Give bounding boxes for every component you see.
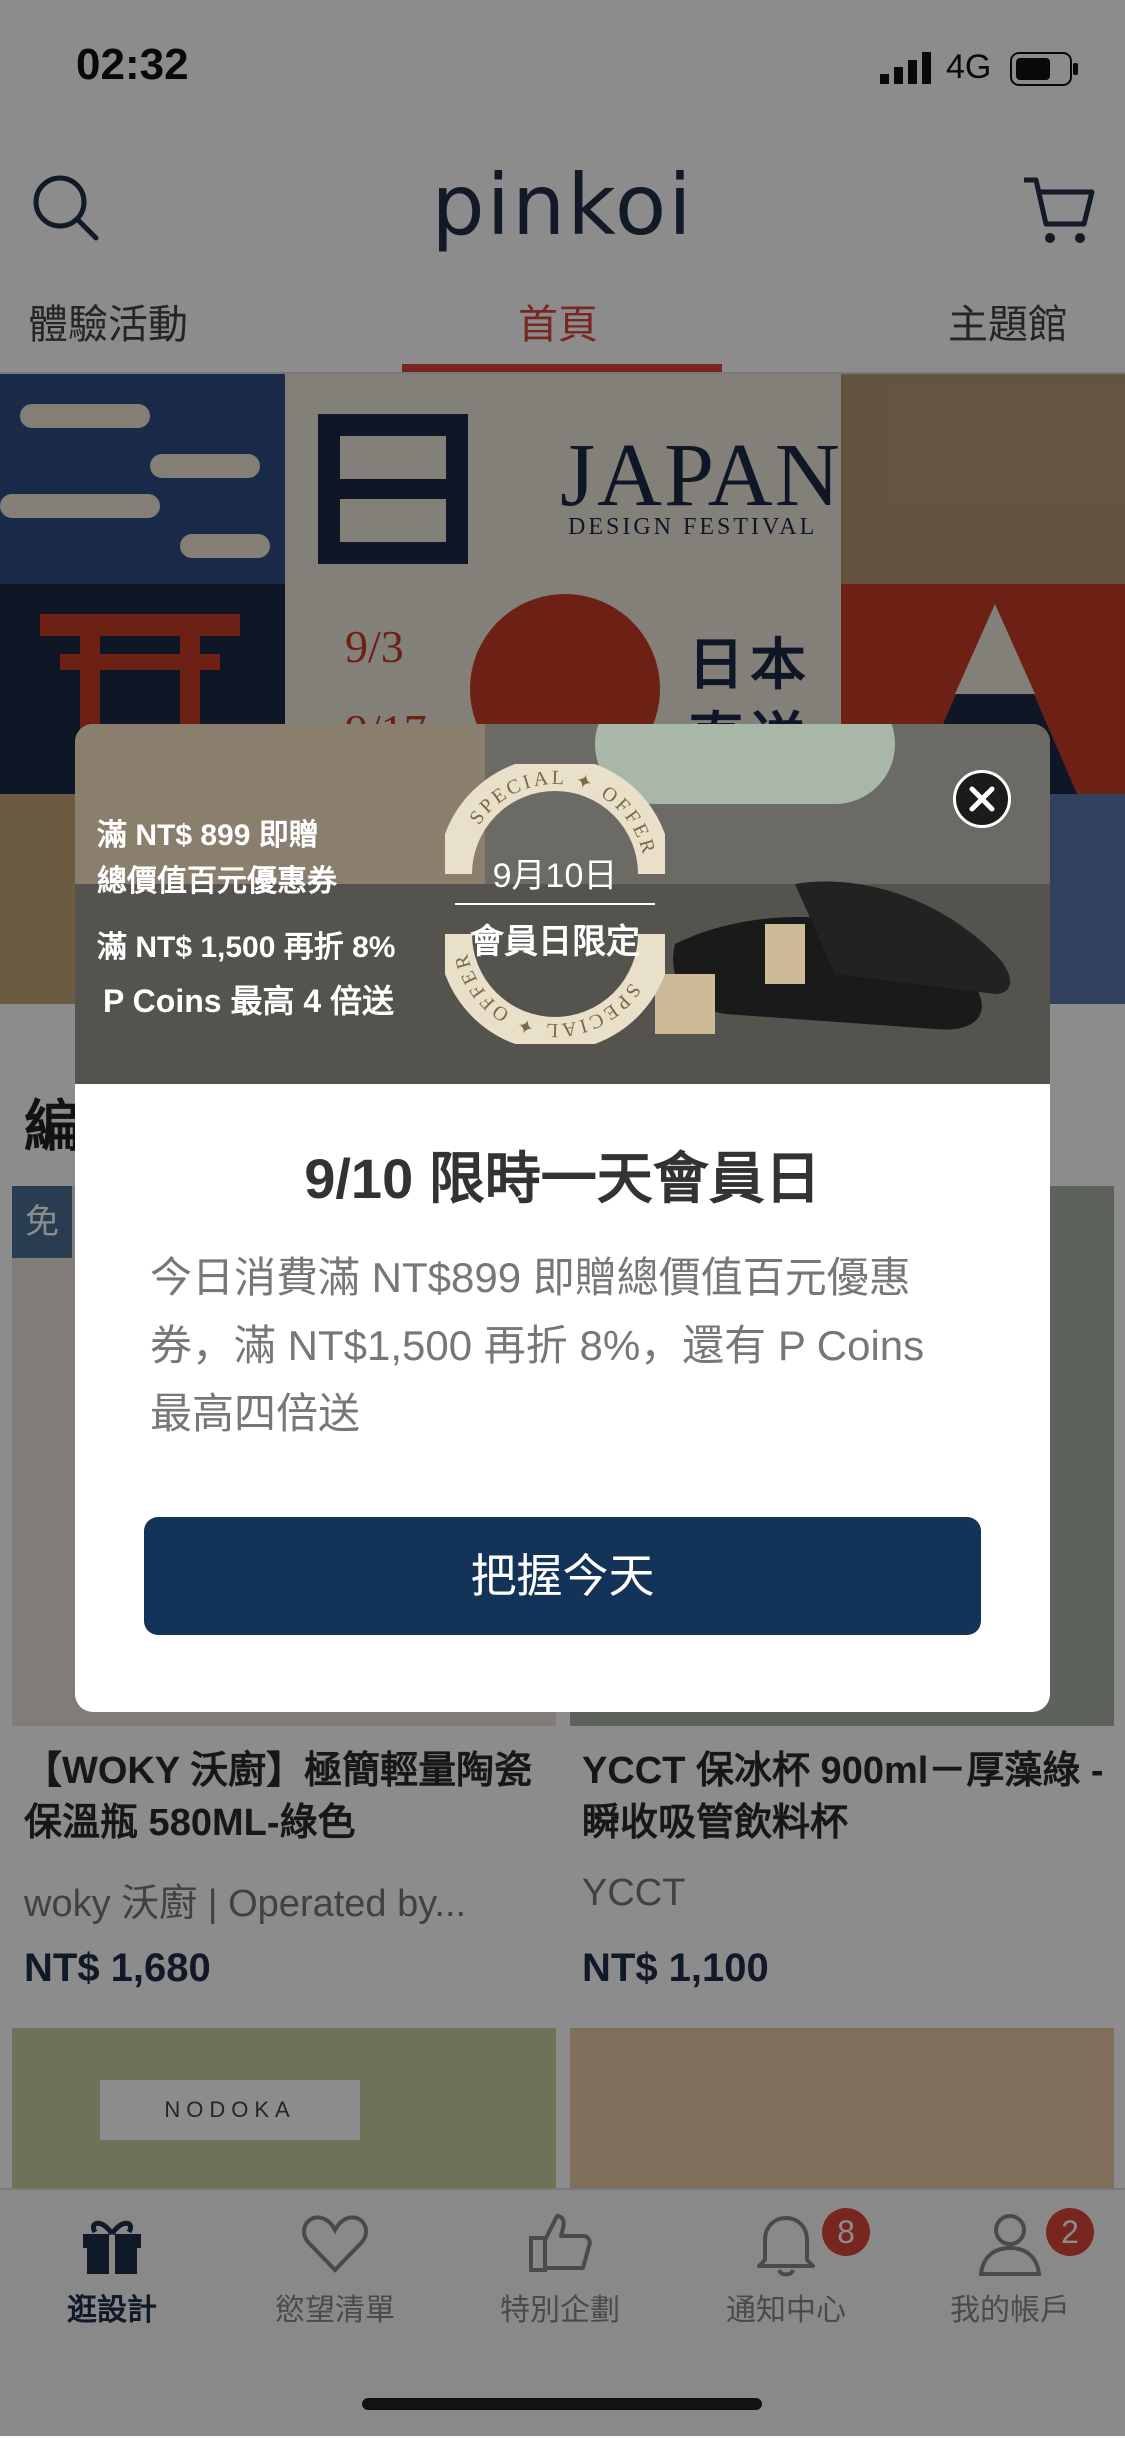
shoe-illustration	[655, 881, 1010, 1034]
promo-line-1: 滿 NT$ 899 即贈	[97, 819, 319, 852]
promo-banner: 滿 NT$ 899 即贈 總價值百元優惠券 滿 NT$ 1,500 再折 8% …	[75, 724, 1050, 1084]
modal-title: 9/10 限時一天會員日	[304, 1147, 821, 1210]
seal-date: 9月10日	[492, 857, 618, 895]
seize-today-button[interactable]: 把握今天	[144, 1517, 981, 1635]
promo-line-3: 滿 NT$ 1,500 再折 8%	[97, 931, 396, 964]
promo-line-4: P Coins 最高 4 倍送	[103, 983, 395, 1019]
promo-line-2: 總價值百元優惠券	[97, 865, 337, 898]
member-day-modal: 滿 NT$ 899 即贈 總價值百元優惠券 滿 NT$ 1,500 再折 8% …	[75, 724, 1050, 1712]
seal-subtitle: 會員日限定	[470, 923, 640, 961]
modal-body: 今日消費滿 NT$899 即贈總價值百元優惠券，滿 NT$1,500 再折 8%…	[150, 1254, 925, 1437]
close-button[interactable]	[953, 770, 1011, 828]
close-icon	[969, 786, 995, 812]
special-offer-seal: SPECIAL ✦ OFFER SPECIAL ✦ OFFER	[445, 764, 665, 1044]
